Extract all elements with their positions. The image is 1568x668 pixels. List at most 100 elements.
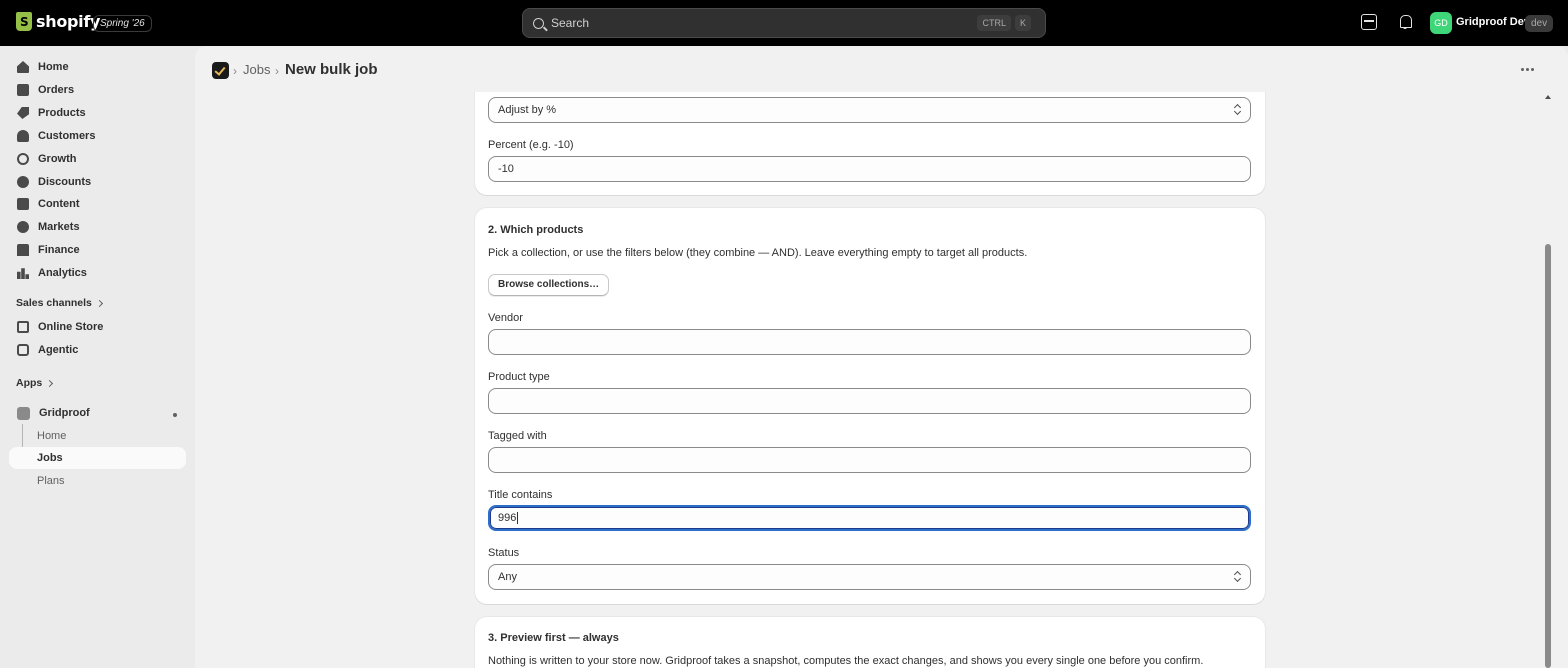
which-products-card: 2. Which products Pick a collection, or …	[475, 208, 1265, 604]
env-badge: dev	[1525, 15, 1554, 32]
sidebar-item-label: Online Store	[38, 321, 104, 333]
globe-icon	[17, 221, 29, 233]
chevron-right-icon	[95, 299, 103, 307]
agentic-icon	[17, 344, 29, 356]
shopify-logo[interactable]: shopify	[16, 12, 100, 31]
sidebar-item-online-store[interactable]: Online Store	[9, 316, 186, 338]
store-name[interactable]: Gridproof Dev	[1456, 16, 1530, 28]
store-icon[interactable]	[1361, 14, 1377, 30]
avatar[interactable]: GD	[1430, 12, 1452, 34]
app-check-icon	[212, 62, 229, 79]
sidebar-subitem-jobs[interactable]: Jobs	[9, 447, 186, 469]
discount-icon	[17, 176, 29, 188]
sidebar-item-finance[interactable]: Finance	[9, 239, 186, 261]
browse-collections-button[interactable]: Browse collections…	[488, 274, 610, 296]
shortcut-key-ctrl: CTRL	[977, 15, 1011, 31]
orders-icon	[17, 84, 29, 96]
sidebar-item-label: Customers	[38, 130, 96, 142]
sidebar: Home Orders Products Customers Growth Di…	[0, 46, 195, 668]
content-icon	[17, 198, 29, 210]
main-content: Adjust by % Percent (e.g. -10) -10 2. Wh…	[195, 46, 1568, 668]
adjust-type-select[interactable]: Adjust by %	[488, 97, 1251, 123]
sidebar-item-label: Growth	[38, 153, 77, 165]
sidebar-item-content[interactable]: Content	[9, 193, 186, 215]
chevron-right-icon	[46, 379, 54, 387]
sidebar-subitem-plans[interactable]: Plans	[9, 470, 186, 492]
person-icon	[17, 130, 29, 142]
section-label: Apps	[16, 377, 43, 389]
search-bar[interactable]: Search CTRL K	[522, 8, 1046, 38]
card-heading: 3. Preview first — always	[488, 632, 619, 644]
sidebar-item-label: Analytics	[38, 267, 87, 279]
scrollbar[interactable]	[1544, 92, 1554, 668]
tagged-with-label: Tagged with	[488, 430, 547, 442]
sidebar-item-discounts[interactable]: Discounts	[9, 171, 186, 193]
status-label: Status	[488, 547, 520, 559]
chevron-up-down-icon	[1234, 571, 1242, 583]
shopify-bag-icon	[16, 12, 32, 31]
scrollbar-thumb[interactable]	[1545, 244, 1551, 668]
keyboard-shortcut: CTRL K	[977, 15, 1031, 31]
input-value: 996	[498, 512, 517, 524]
home-icon	[17, 61, 29, 73]
section-label: Sales channels	[16, 297, 92, 309]
apps-header[interactable]: Apps	[16, 377, 54, 389]
sidebar-subitem-home[interactable]: Home	[9, 425, 186, 447]
pin-dot-icon[interactable]	[173, 413, 177, 417]
breadcrumb-separator: ›	[233, 64, 237, 78]
sidebar-item-home[interactable]: Home	[9, 56, 186, 78]
shortcut-key-k: K	[1014, 15, 1031, 31]
page-title: New bulk job	[285, 61, 378, 78]
preview-card: 3. Preview first — always Nothing is wri…	[475, 617, 1265, 668]
sidebar-item-label: Finance	[38, 244, 80, 256]
product-type-input[interactable]	[488, 388, 1251, 414]
text-caret	[517, 512, 519, 525]
product-type-label: Product type	[488, 371, 550, 383]
tag-icon	[17, 107, 29, 119]
status-select[interactable]: Any	[488, 564, 1251, 590]
sidebar-item-gridproof[interactable]: Gridproof	[9, 402, 186, 424]
sidebar-item-products[interactable]: Products	[9, 102, 186, 124]
sidebar-item-agentic[interactable]: Agentic	[9, 339, 186, 361]
sidebar-item-label: Gridproof	[39, 407, 90, 419]
bank-icon	[17, 244, 29, 256]
breadcrumb-separator: ›	[275, 64, 279, 78]
brand-name: shopify	[36, 12, 101, 31]
more-actions-icon[interactable]	[1521, 68, 1534, 71]
percent-label: Percent (e.g. -10)	[488, 139, 574, 151]
sidebar-item-label: Content	[38, 198, 80, 210]
storefront-icon	[17, 321, 29, 333]
tagged-with-input[interactable]	[488, 447, 1251, 473]
sidebar-item-markets[interactable]: Markets	[9, 216, 186, 238]
sidebar-item-label: Markets	[38, 221, 80, 233]
scroll-up-arrow-icon[interactable]	[1545, 95, 1551, 99]
chevron-up-down-icon	[1234, 104, 1242, 116]
sidebar-item-label: Discounts	[38, 176, 92, 188]
sidebar-item-label: Home	[38, 61, 69, 73]
sidebar-item-growth[interactable]: Growth	[9, 148, 186, 170]
bell-icon[interactable]	[1397, 14, 1413, 30]
top-bar: shopify Spring '26 Search CTRL K GD Grid…	[0, 0, 1568, 46]
search-placeholder: Search	[551, 16, 590, 30]
sidebar-item-label: Products	[38, 107, 86, 119]
bar-chart-icon	[17, 268, 29, 279]
page-header: › Jobs › New bulk job	[195, 46, 1568, 92]
select-value: Any	[498, 571, 517, 583]
search-icon	[533, 17, 544, 29]
percent-input[interactable]: -10	[488, 156, 1251, 182]
edition-badge: Spring '26	[93, 15, 152, 32]
sidebar-item-customers[interactable]: Customers	[9, 125, 186, 147]
title-contains-input[interactable]: 996	[488, 505, 1251, 531]
vendor-input[interactable]	[488, 329, 1251, 355]
card-description: Pick a collection, or use the filters be…	[488, 247, 1028, 259]
app-icon	[17, 406, 30, 420]
sales-channels-header[interactable]: Sales channels	[16, 297, 103, 309]
sidebar-item-label: Orders	[38, 84, 75, 96]
sidebar-item-analytics[interactable]: Analytics	[9, 262, 186, 284]
sidebar-item-orders[interactable]: Orders	[9, 79, 186, 101]
sidebar-item-label: Agentic	[38, 344, 79, 356]
card-heading: 2. Which products	[488, 224, 584, 236]
title-contains-label: Title contains	[488, 489, 553, 501]
card-description: Nothing is written to your store now. Gr…	[488, 655, 1204, 667]
breadcrumb-jobs-link[interactable]: Jobs	[243, 62, 270, 77]
